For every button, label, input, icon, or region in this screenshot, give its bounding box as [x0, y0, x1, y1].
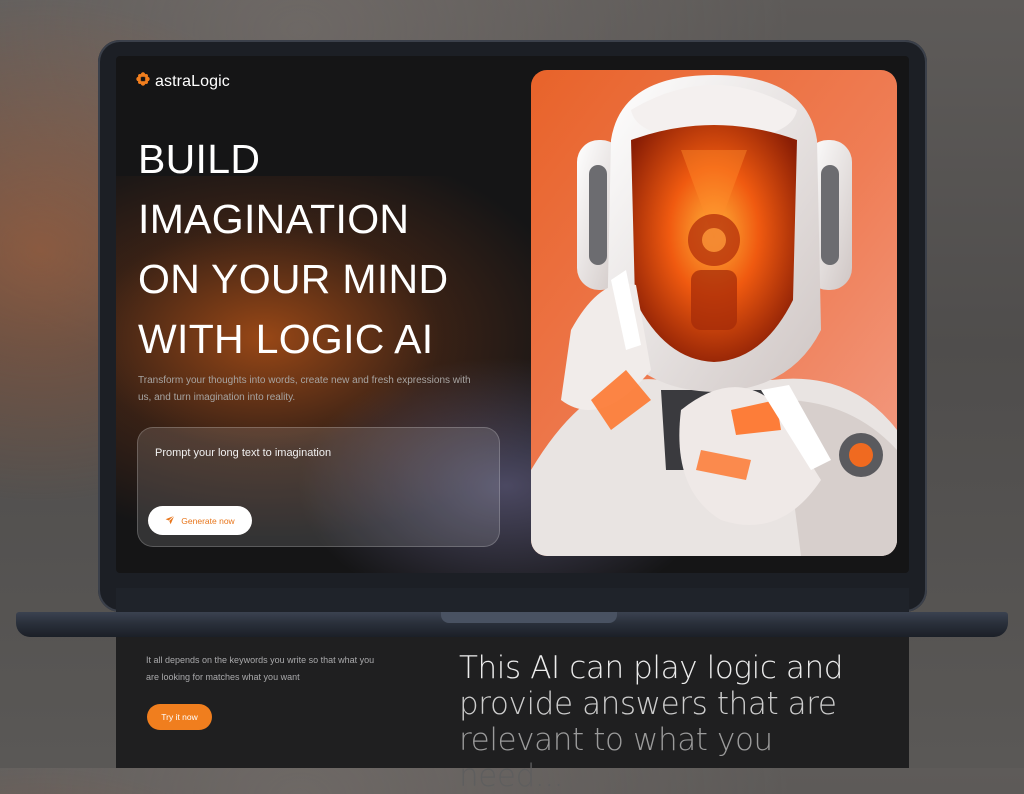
generate-label: Generate now: [181, 515, 235, 526]
hero-headline: BUILD IMAGINATION ON YOUR MIND WITH LOGI…: [138, 129, 518, 369]
laptop-screen: astraLogic BUILD IMAGINATION ON YOUR MIN…: [116, 56, 909, 573]
laptop-hinge: [116, 588, 909, 612]
headline-line: IMAGINATION: [138, 196, 410, 242]
flower-sparkle-icon: [136, 72, 150, 91]
robot-hero-image: [531, 70, 897, 556]
send-icon: [165, 514, 175, 527]
headline-line: BUILD: [138, 136, 261, 182]
hero-subtext: Transform your thoughts into words, crea…: [138, 375, 471, 403]
headline-line: ON YOUR MIND: [138, 256, 449, 302]
laptop-base: [16, 612, 1008, 637]
statement-line: relevant to what you: [459, 722, 773, 758]
prompt-placeholder[interactable]: Prompt your long text to imagination: [155, 447, 331, 459]
prompt-input-box[interactable]: Prompt your long text to imagination Gen…: [137, 427, 500, 547]
logo-text: astraLogic: [155, 72, 230, 90]
logo[interactable]: astraLogic: [136, 72, 230, 91]
ai-statement: This AI can play logic and provide answe…: [459, 650, 889, 794]
generate-now-button[interactable]: Generate now: [148, 506, 252, 535]
lower-section: It all depends on the keywords you write…: [116, 636, 909, 794]
statement-line: This AI can play logic and: [459, 650, 844, 686]
keywords-description: It all depends on the keywords you write…: [146, 655, 375, 682]
laptop-notch: [441, 612, 617, 623]
headline-line: WITH LOGIC AI: [138, 316, 434, 362]
try-it-now-button[interactable]: Try it now: [147, 704, 212, 730]
statement-line: need...: [459, 758, 564, 794]
statement-line: provide answers that are: [459, 686, 837, 722]
